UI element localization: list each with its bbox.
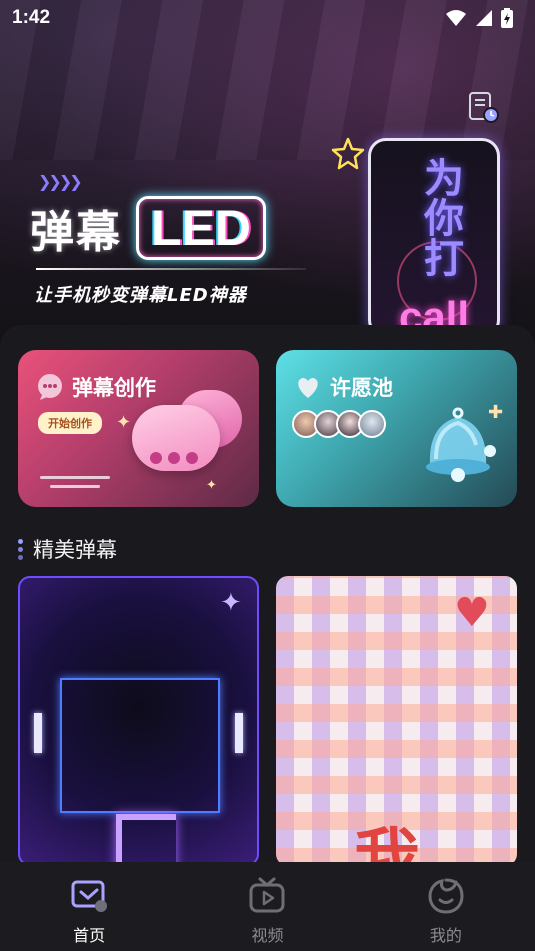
star-icon [331,137,365,170]
chevrons-icon: ❯❯❯❯ [38,172,83,191]
barrage-template-plaid[interactable]: ♥ 我 [276,576,517,866]
hero-title: 弹幕 LED [30,196,266,260]
barrage-template-neon[interactable]: ✦ [18,576,259,866]
status-bar: 1:42 [0,0,535,36]
hero-divider [36,268,306,270]
sparkle-icon: ✦ [206,478,217,493]
bell-icon [426,407,496,482]
card-create-title-row: 弹幕创作 [36,372,156,402]
hero-subtitle: 让手机秒变弹幕LED神器 [34,285,247,306]
nav-video-label: 视频 [251,926,284,945]
phone-illustration: 为你打 call [368,138,500,338]
phone-text: 为你打 [417,157,463,277]
chat-icon [36,373,64,401]
status-time: 1:42 [12,7,51,28]
heart-icon [294,373,322,401]
tv-icon [249,877,285,913]
neon-glyph [116,814,176,864]
status-icons [445,8,513,28]
neon-bar-left [34,713,42,753]
avatar-group [292,410,386,438]
section-dots-icon [18,538,23,560]
start-create-button[interactable]: 开始创作 [38,412,102,434]
speed-lines [40,476,110,494]
heart-doodle-icon: ♥ [454,590,490,636]
sparkle-icon: ✦ [220,588,242,618]
wifi-icon [446,10,466,26]
nav-video[interactable]: 视频 [178,862,356,951]
history-icon[interactable] [466,90,500,124]
card-wish-title: 许愿池 [330,376,393,400]
nav-profile-label: 我的 [429,926,462,945]
hero-title-led: LED [136,196,266,260]
battery-icon [501,8,513,28]
sparkle-icon: ✦ [116,412,132,433]
profile-icon [428,878,464,914]
avatar [358,410,386,438]
hero-title-cn: 弹幕 [30,207,122,258]
hero-banner[interactable]: 1:42 ❯❯❯❯ 弹幕 LED 让手机秒变弹幕LED神器 为你打 call [0,0,535,345]
section-title: 精美弹幕 [33,538,117,562]
app-screen: 1:42 ❯❯❯❯ 弹幕 LED 让手机秒变弹幕LED神器 为你打 call 弹… [0,0,535,951]
neon-bar-right [235,713,243,753]
signal-icon [476,10,492,26]
card-wish-title-row: 许愿池 [294,372,393,402]
nav-profile[interactable]: 我的 [357,862,535,951]
nav-home[interactable]: 首页 [0,862,178,951]
home-chat-icon [71,880,108,912]
neon-frame [60,678,220,813]
bottom-nav: 首页 视频 我的 [0,862,535,951]
chat-dots [150,452,198,464]
card-create-title: 弹幕创作 [72,376,156,400]
section-header: 精美弹幕 [18,534,117,564]
plaid-char: 我 [354,821,420,866]
nav-home-label: 首页 [73,926,106,945]
